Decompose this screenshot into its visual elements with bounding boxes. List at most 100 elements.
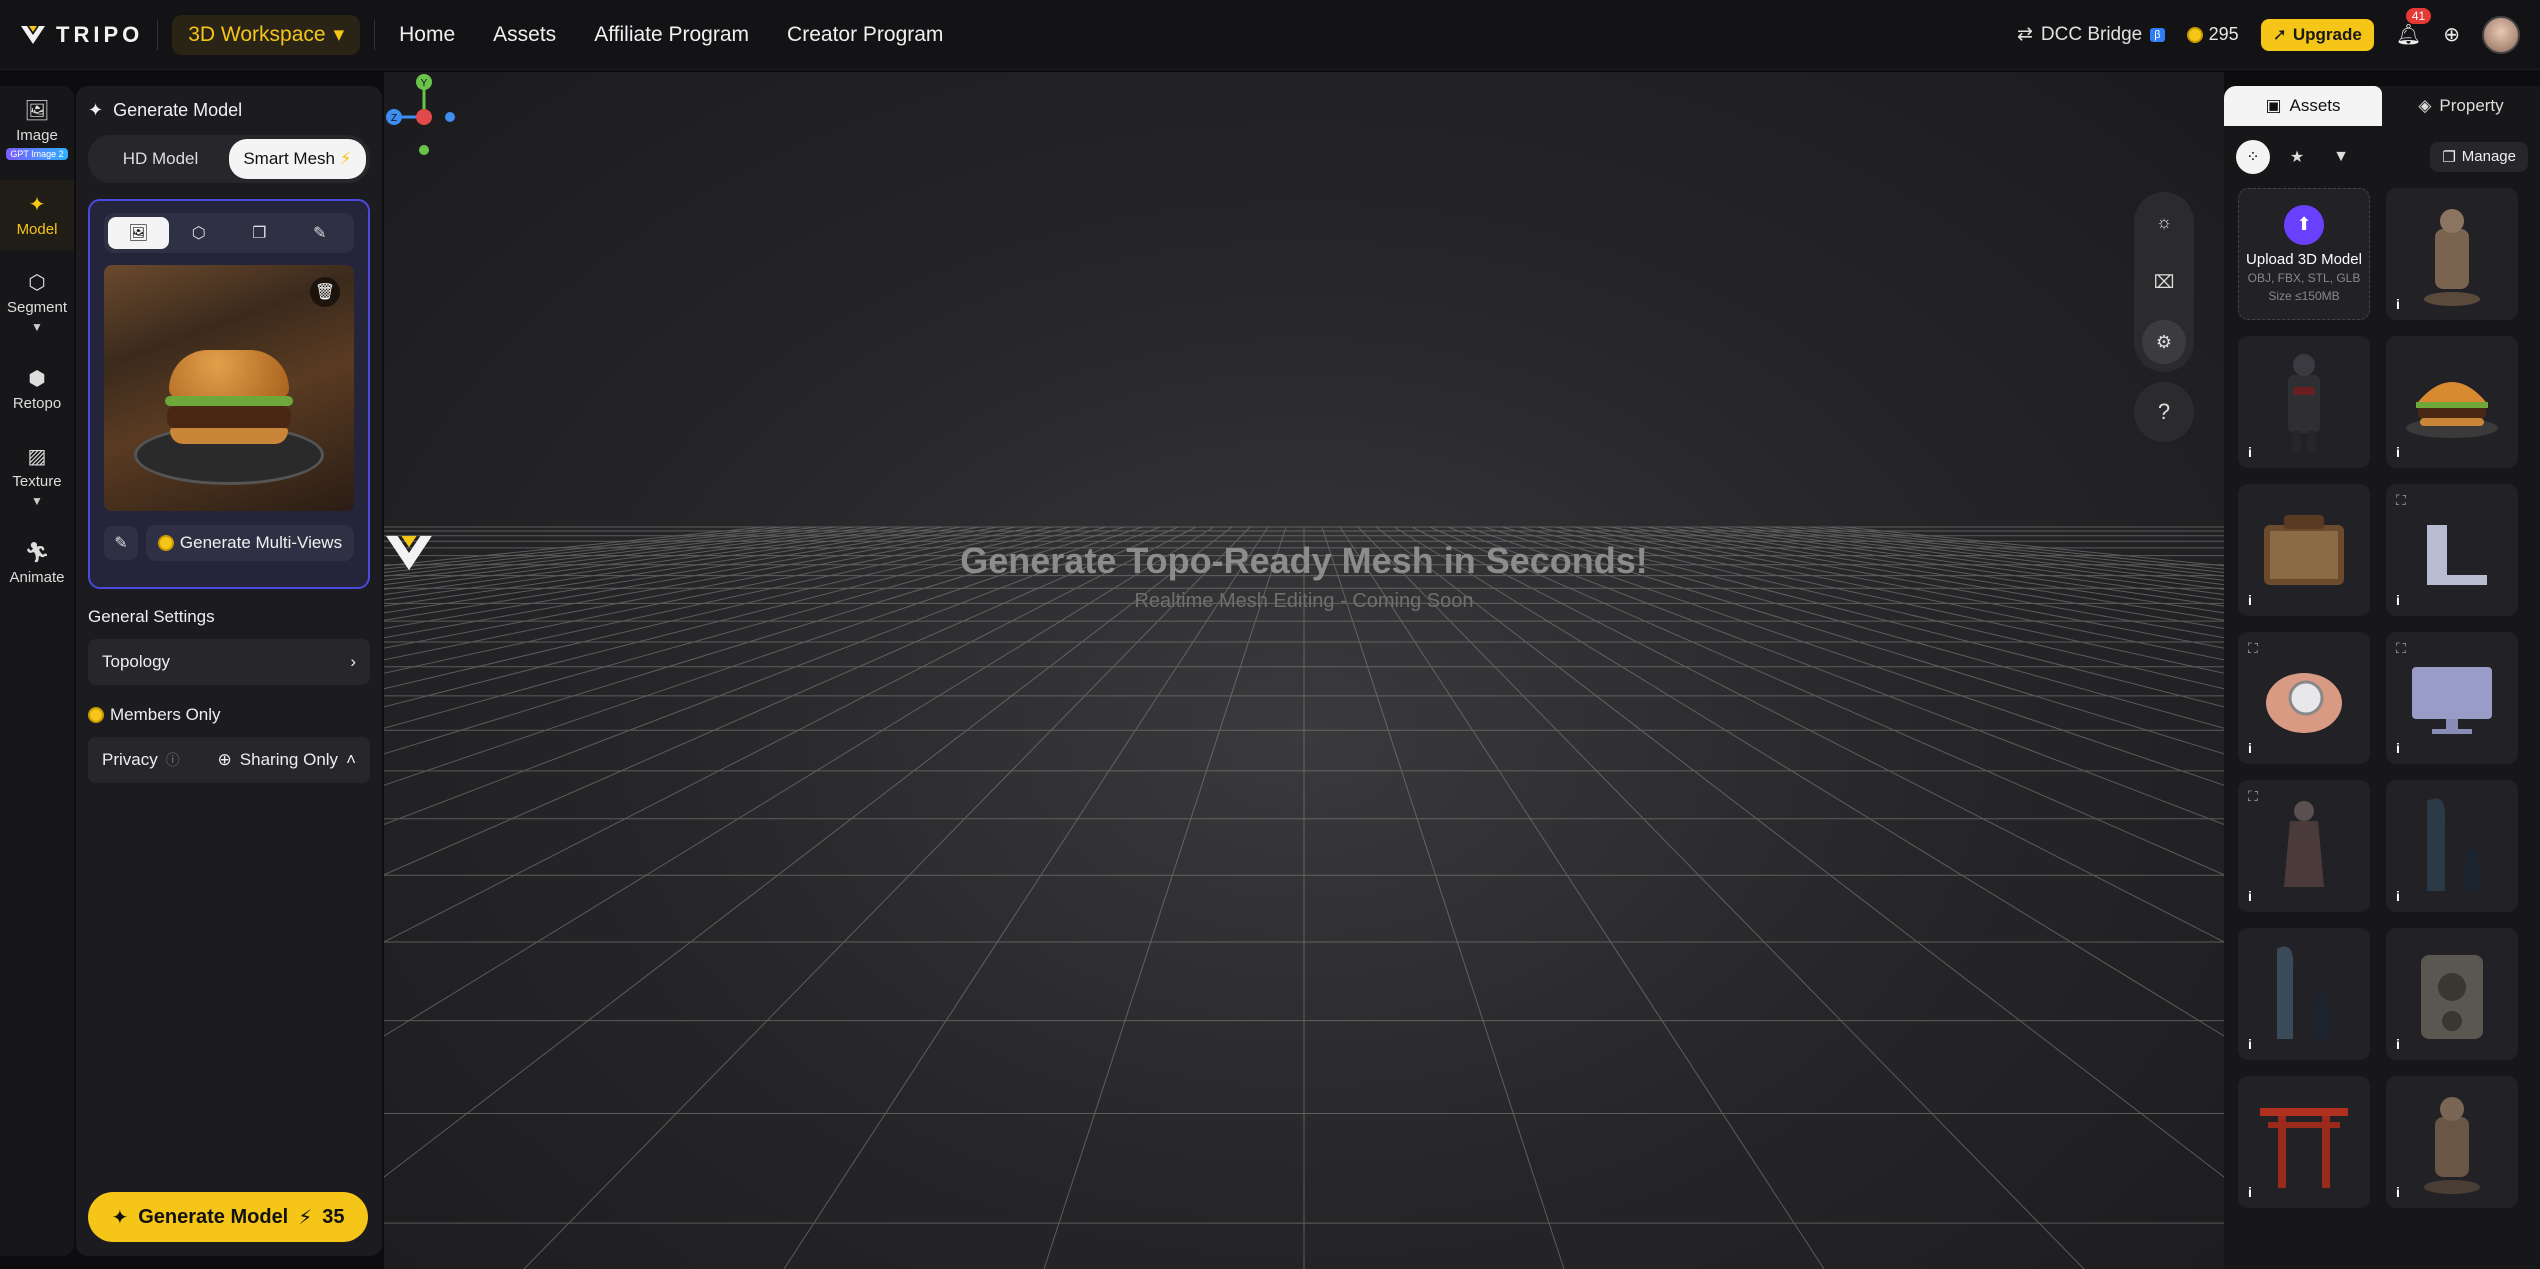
hand-ring-thumbnail (2266, 673, 2342, 733)
grid-line (1321, 526, 1565, 1269)
credits-counter[interactable]: 295 (2186, 24, 2239, 45)
tab-image-input[interactable]: 🖼︎ (108, 217, 169, 249)
grid-line (1043, 526, 1287, 1269)
rail-label-retopo: Retopo (12, 395, 62, 412)
sliders-icon: ⚙ (2155, 331, 2173, 352)
workspace-dropdown[interactable]: 3D Workspace ▾ (172, 14, 361, 55)
info-icon[interactable]: i (2248, 592, 2252, 608)
edit-image-button[interactable]: ✎ (104, 526, 138, 560)
info-icon[interactable]: i (2248, 1036, 2252, 1052)
hd-model-option[interactable]: HD Model (92, 139, 229, 179)
pencil-icon: ✎ (114, 535, 128, 552)
rocket-icon: ➚ (2272, 24, 2287, 44)
help-button[interactable]: ? (2134, 382, 2194, 442)
upload-icon: ⬆ (2284, 204, 2324, 245)
notifications-button[interactable]: 🔔︎ 41 (2396, 8, 2432, 47)
topology-label: Topology (102, 652, 171, 671)
generate-multi-views-button[interactable]: Generate Multi-Views (146, 525, 354, 561)
upload-formats: OBJ, FBX, STL, GLB (2247, 270, 2361, 285)
asset-tile[interactable]: ⛶ i (2238, 632, 2370, 764)
privacy-select[interactable]: ⊕ Sharing Only ˄ (218, 750, 356, 770)
asset-tile[interactable]: i (2386, 928, 2518, 1060)
machine-thumbnail (2421, 955, 2483, 1039)
coin-icon (157, 535, 174, 551)
upgrade-button[interactable]: ➚ Upgrade (2260, 18, 2374, 51)
tab-assets[interactable]: ▣ Assets (2224, 86, 2382, 126)
info-icon[interactable]: i (2396, 1184, 2400, 1200)
info-icon[interactable]: i (2396, 592, 2400, 608)
grid-line (384, 526, 801, 574)
workspace-label: 3D Workspace (188, 22, 326, 46)
grid-line (384, 526, 909, 601)
rail-item-model[interactable]: ✦ Model (0, 180, 74, 250)
nav-assets[interactable]: Assets (493, 23, 556, 47)
rail-item-retopo[interactable]: ⬢ Retopo (0, 354, 74, 424)
topology-row[interactable]: Topology › (88, 639, 370, 685)
tab-3d-input[interactable]: ⬡ (169, 217, 230, 249)
info-icon[interactable]: i (2248, 444, 2252, 460)
rail-label-texture: Texture (12, 473, 62, 490)
asset-tile[interactable]: i (2386, 780, 2518, 912)
card-actions: ✎ Generate Multi-Views (104, 525, 354, 561)
dcc-bridge-label: DCC Bridge (2040, 23, 2143, 45)
axis-gizmo[interactable]: Y Z (384, 72, 464, 162)
tab-property[interactable]: ◈ Property (2382, 86, 2540, 126)
nav-home[interactable]: Home (399, 23, 455, 47)
asset-tile[interactable]: i (2238, 336, 2370, 468)
privacy-row[interactable]: Privacy ⓘ ⊕ Sharing Only ˄ (88, 737, 370, 783)
delete-image-button[interactable]: 🗑︎ (310, 277, 340, 307)
tab-multi-image-input[interactable]: ❐ (229, 217, 290, 249)
grid-view-button[interactable]: ⁘ (2236, 140, 2270, 174)
logo[interactable]: TRIPO (20, 22, 143, 48)
globe-icon: ⊕ (217, 750, 232, 769)
upload-title: Upload 3D Model (2246, 250, 2362, 268)
rail-item-segment[interactable]: ⬡ Segment ▼ (0, 258, 74, 346)
asset-tile[interactable]: ⛶ i (2386, 484, 2518, 616)
rail-item-animate[interactable]: 🏃︎ Animate (0, 528, 74, 598)
info-icon[interactable]: i (2396, 740, 2400, 756)
tool-rail: 🖼︎ Image GPT Image 2 ✦ Model ⬡ Segment ▼… (0, 86, 74, 1256)
rail-item-image[interactable]: 🖼︎ Image GPT Image 2 (0, 86, 74, 172)
filter-button[interactable]: ▼ (2324, 140, 2358, 174)
grid-line (1681, 526, 2224, 607)
dcc-bridge-button[interactable]: ⇄ DCC Bridge β (2017, 23, 2165, 46)
asset-grid: ⬆ Upload 3D Model OBJ, FBX, STL, GLB Siz… (2224, 188, 2540, 1208)
grid-line (384, 526, 1197, 943)
grid-line (384, 526, 1017, 649)
generate-model-button[interactable]: ✦ Generate Model ⚡ 35 (88, 1192, 368, 1242)
asset-tile[interactable]: i (2386, 188, 2518, 320)
asset-tile[interactable]: i (2386, 1076, 2518, 1208)
asset-tile[interactable]: i (2386, 336, 2518, 468)
info-icon[interactable]: i (2396, 296, 2400, 312)
asset-tile[interactable]: ⛶ i (2386, 632, 2518, 764)
screenshot-button[interactable]: ⌧ (2142, 260, 2186, 304)
lighting-button[interactable]: ☼ (2142, 200, 2186, 244)
language-button[interactable]: ⊕ (2443, 22, 2460, 47)
members-only-label: Members Only (110, 705, 221, 724)
user-avatar[interactable] (2482, 15, 2520, 54)
asset-tile[interactable]: i (2238, 484, 2370, 616)
upload-3d-model-tile[interactable]: ⬆ Upload 3D Model OBJ, FBX, STL, GLB Siz… (2238, 188, 2370, 320)
rail-item-texture[interactable]: ▨ Texture ▼ (0, 432, 74, 520)
3d-viewport[interactable]: Generate Topo-Ready Mesh in Seconds! Rea… (384, 72, 2224, 1269)
manage-button[interactable]: ❐ Manage (2430, 142, 2528, 172)
settings-button[interactable]: ⚙ (2142, 320, 2186, 364)
info-icon[interactable]: i (2248, 740, 2252, 756)
favorites-button[interactable]: ★ (2280, 140, 2314, 174)
smart-mesh-option[interactable]: Smart Mesh ⚡ (229, 139, 366, 179)
asset-tile[interactable]: i (2238, 1076, 2370, 1208)
tab-text-input[interactable]: ✎ (290, 217, 351, 249)
info-icon[interactable]: i (2396, 1036, 2400, 1052)
asset-tile[interactable]: i (2238, 928, 2370, 1060)
asset-tile[interactable]: ⛶ i (2238, 780, 2370, 912)
info-icon[interactable]: i (2396, 888, 2400, 904)
info-icon[interactable]: i (2396, 444, 2400, 460)
grid-line (1825, 526, 2224, 570)
grid-line (1357, 526, 2085, 1269)
nav-affiliate-program[interactable]: Affiliate Program (594, 23, 749, 47)
pencil-icon: ✎ (313, 225, 327, 242)
grid-line (1591, 526, 2224, 649)
info-icon[interactable]: i (2248, 888, 2252, 904)
nav-creator-program[interactable]: Creator Program (787, 23, 943, 47)
info-icon[interactable]: i (2248, 1184, 2252, 1200)
